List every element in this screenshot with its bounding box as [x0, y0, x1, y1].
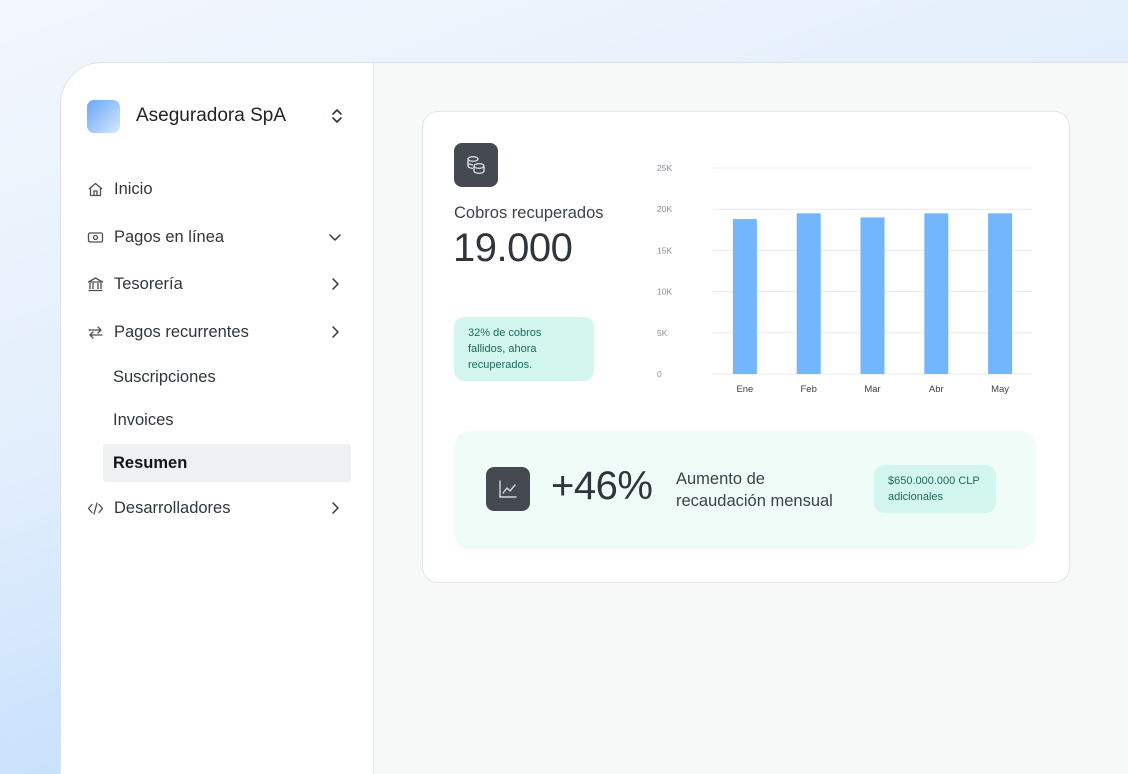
sidebar-item-label: Pagos en línea — [114, 227, 225, 246]
summary-card: Cobros recuperados 19.000 32% de cobros … — [422, 111, 1070, 583]
arrows-swap-icon — [88, 325, 103, 339]
sidebar: Aseguradora SpA Inicio Pagos en línea Te… — [61, 63, 374, 774]
sidebar-item-inicio[interactable]: Inicio — [87, 174, 343, 204]
org-name: Aseguradora SpA — [136, 105, 286, 126]
y-tick-label: 25K — [657, 163, 672, 173]
y-tick-label: 10K — [657, 287, 672, 297]
bank-icon — [87, 276, 104, 291]
chevron-right-icon[interactable] — [327, 500, 343, 516]
y-tick-label: 15K — [657, 245, 672, 255]
recovered-payments-chart: 0 5K 10K 15K 20K 25K Ene Feb Mar Abr May — [657, 163, 1032, 395]
x-tick-label: Feb — [801, 384, 817, 395]
sidebar-item-pagos-recurrentes[interactable]: Pagos recurrentes — [87, 317, 343, 347]
y-tick-label: 0 — [657, 369, 662, 379]
sidebar-item-pagos-en-linea[interactable]: Pagos en línea — [87, 222, 343, 252]
chart-bar — [924, 213, 949, 374]
chevron-down-icon[interactable] — [327, 229, 343, 245]
x-tick-label: Mar — [864, 384, 880, 395]
org-switcher[interactable]: Aseguradora SpA — [87, 99, 347, 133]
chart-bar — [860, 217, 885, 374]
sidebar-subitem-suscripciones[interactable]: Suscripciones — [103, 358, 351, 396]
x-tick-label: Abr — [929, 384, 944, 395]
banknote-icon — [87, 231, 104, 243]
chevron-right-icon[interactable] — [327, 324, 343, 340]
home-icon — [88, 182, 103, 196]
chevron-updown-icon[interactable] — [327, 106, 347, 126]
additional-revenue-badge: $650.000.000 CLP adicionales — [874, 465, 996, 513]
sidebar-item-label: Desarrolladores — [114, 498, 231, 517]
code-icon — [87, 501, 104, 515]
x-tick-label: May — [991, 384, 1009, 395]
growth-percent: +46% — [551, 464, 653, 508]
sidebar-item-label: Pagos recurrentes — [114, 322, 249, 341]
x-tick-label: Ene — [736, 384, 753, 395]
app-window: Aseguradora SpA Inicio Pagos en línea Te… — [60, 62, 1128, 774]
sidebar-item-tesoreria[interactable]: Tesorería — [87, 269, 343, 299]
org-logo — [87, 99, 120, 133]
chevron-right-icon[interactable] — [327, 276, 343, 292]
coins-icon — [454, 143, 498, 187]
growth-panel: +46% Aumento de recaudación mensual $650… — [454, 431, 1036, 549]
trend-chart-icon — [486, 467, 530, 511]
sidebar-subitem-invoices[interactable]: Invoices — [103, 401, 351, 439]
chart-bar — [796, 213, 821, 374]
y-tick-label: 5K — [657, 328, 668, 338]
sidebar-item-label: Tesorería — [114, 274, 183, 293]
sidebar-subitem-resumen[interactable]: Resumen — [103, 444, 351, 482]
recovery-note-badge: 32% de cobros fallidos, ahora recuperado… — [454, 317, 594, 381]
chart-bar — [988, 213, 1013, 374]
metric-value: 19.000 — [453, 226, 573, 270]
chart-bar — [732, 219, 757, 374]
sidebar-item-desarrolladores[interactable]: Desarrolladores — [87, 493, 343, 523]
metric-label: Cobros recuperados — [454, 204, 604, 222]
y-tick-label: 20K — [657, 204, 672, 214]
growth-label: Aumento de recaudación mensual — [676, 470, 833, 510]
sidebar-item-label: Inicio — [114, 179, 153, 198]
